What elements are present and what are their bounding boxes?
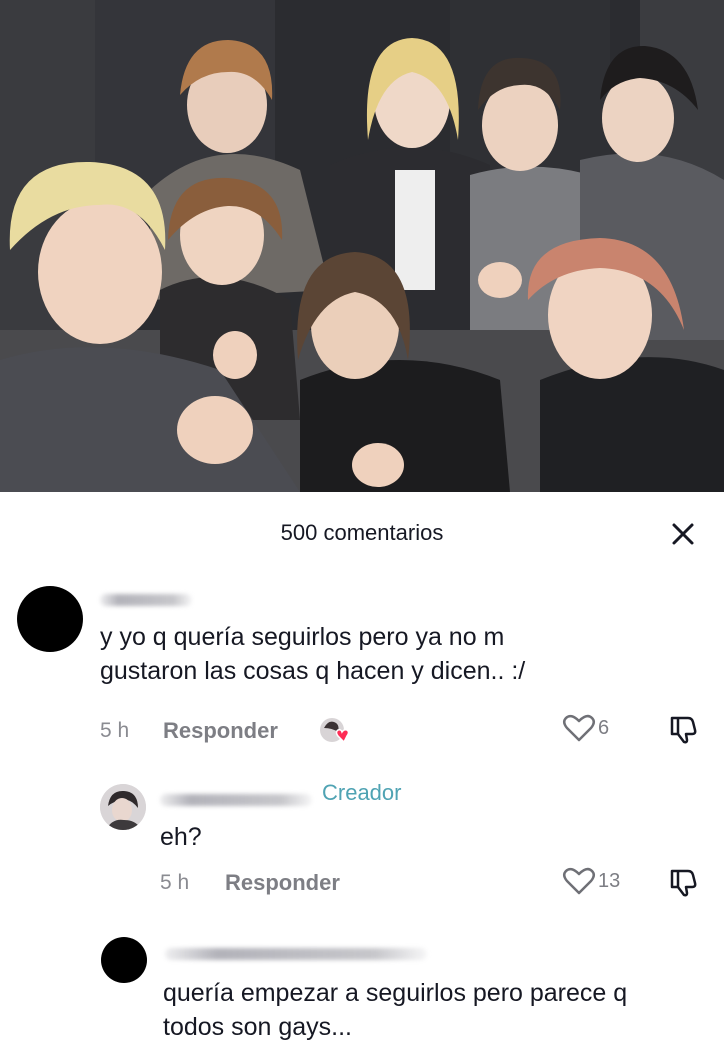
reply-button[interactable]: Responder bbox=[163, 718, 278, 744]
close-icon bbox=[672, 523, 694, 545]
comment-text-line: gustaron las cosas q hacen y dicen.. :/ bbox=[100, 657, 526, 685]
heart-icon bbox=[563, 867, 595, 895]
comment-timestamp: 5 h bbox=[100, 719, 130, 742]
username-redacted[interactable] bbox=[165, 948, 427, 960]
like-button[interactable]: 6 bbox=[562, 713, 609, 743]
comment-item: y yo q quería seguirlos pero ya no m gus… bbox=[0, 578, 724, 768]
heart-icon bbox=[563, 714, 595, 742]
avatar[interactable] bbox=[17, 586, 83, 652]
close-button[interactable] bbox=[665, 516, 701, 552]
comment-text: y yo q quería seguirlos pero ya no m gus… bbox=[100, 620, 525, 688]
comment-text-line: todos son gays... bbox=[163, 1013, 353, 1041]
comment-text: eh? bbox=[160, 823, 202, 851]
creator-avatar[interactable] bbox=[100, 784, 146, 830]
username-redacted[interactable] bbox=[100, 594, 192, 606]
like-button[interactable]: 13 bbox=[562, 866, 620, 896]
creator-badge: Creador bbox=[322, 780, 402, 805]
group-photo-illustration bbox=[0, 0, 724, 492]
like-count: 6 bbox=[598, 716, 610, 739]
reply-item: quería empezar a seguirlos pero parece q… bbox=[0, 934, 724, 1055]
like-count: 13 bbox=[598, 869, 621, 892]
comments-panel: 500 comentarios y yo q quería seguirlos … bbox=[0, 492, 724, 1055]
comment-text: quería empezar a seguirlos pero parece q… bbox=[163, 976, 627, 1044]
reply-item: Creador eh? 5 h Responder 13 bbox=[0, 780, 724, 922]
thumbs-down-icon bbox=[670, 869, 697, 897]
group-photo bbox=[0, 0, 724, 492]
dislike-button[interactable] bbox=[668, 713, 700, 750]
comments-header: 500 comentarios bbox=[0, 492, 724, 574]
thumbs-down-icon bbox=[670, 716, 697, 744]
avatar[interactable] bbox=[101, 937, 147, 983]
reply-button[interactable]: Responder bbox=[225, 870, 340, 896]
comment-count-title: 500 comentarios bbox=[280, 520, 444, 545]
username-redacted[interactable] bbox=[160, 794, 312, 806]
comment-text-line: quería empezar a seguirlos pero parece q bbox=[163, 979, 628, 1007]
creator-liked-icon bbox=[318, 716, 350, 746]
comment-timestamp: 5 h bbox=[160, 871, 190, 894]
comment-text-line: y yo q quería seguirlos pero ya no m bbox=[100, 623, 505, 651]
dislike-button[interactable] bbox=[668, 866, 700, 903]
